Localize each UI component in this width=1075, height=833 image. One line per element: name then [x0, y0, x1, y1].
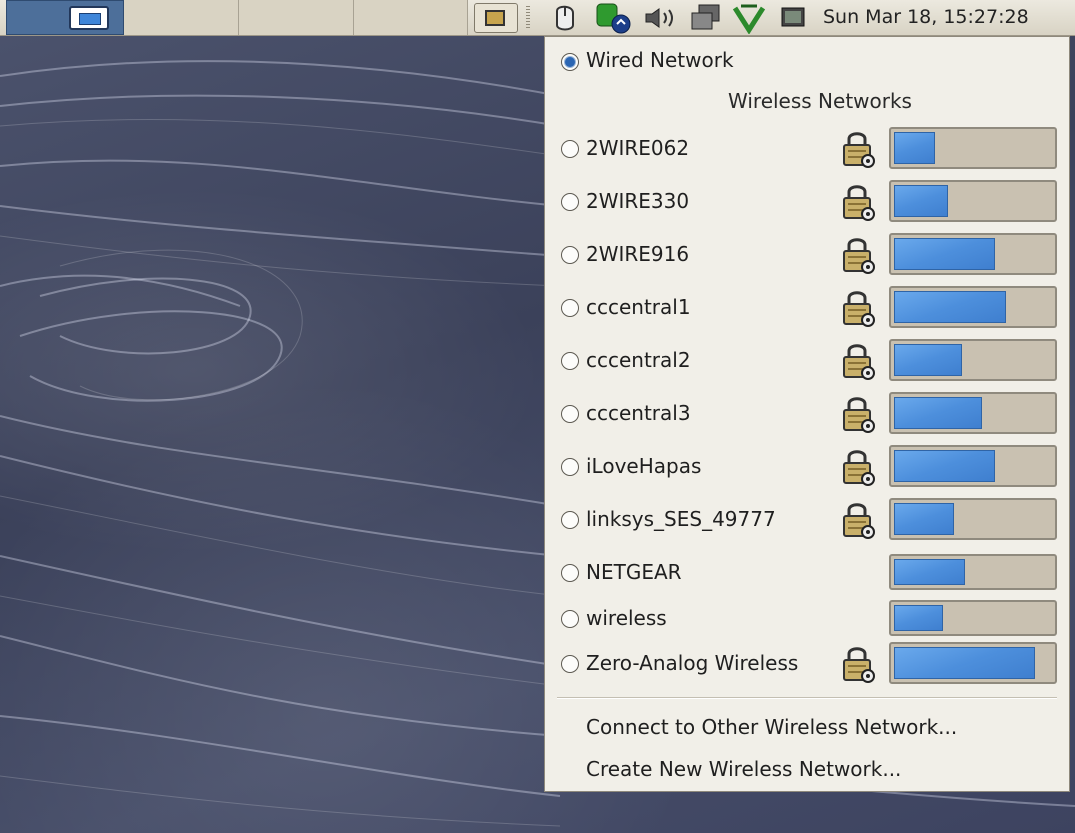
network-name-label: cccentral1 — [586, 295, 691, 319]
signal-strength-bar — [889, 339, 1057, 381]
workspace-1-button[interactable] — [6, 0, 124, 35]
signal-strength-fill — [894, 605, 943, 631]
panel-clock[interactable]: Sun Mar 18, 15:27:28 — [823, 6, 1029, 28]
network-icon[interactable] — [688, 2, 726, 34]
wireless-network-item[interactable]: wireless — [545, 597, 1069, 637]
signal-strength-fill — [894, 559, 965, 585]
update-icon[interactable] — [592, 2, 634, 34]
wireless-network-item[interactable]: cccentral2 — [545, 339, 1069, 381]
lock-icon — [839, 341, 877, 381]
lock-icon — [839, 288, 877, 328]
wireless-network-item[interactable]: 2WIRE062 — [545, 127, 1069, 169]
create-new-label: Create New Wireless Network... — [586, 757, 902, 781]
signal-strength-fill — [894, 647, 1035, 679]
workspace-2-button[interactable] — [124, 0, 239, 35]
signal-strength-bar — [889, 392, 1057, 434]
signal-strength-fill — [894, 450, 995, 482]
connect-other-label: Connect to Other Wireless Network... — [586, 715, 958, 739]
network-radio[interactable] — [561, 140, 579, 158]
network-name-label: Zero-Analog Wireless — [586, 651, 799, 675]
signal-strength-fill — [894, 132, 935, 164]
lock-icon — [839, 644, 877, 684]
signal-strength-bar — [889, 554, 1057, 590]
signal-strength-fill — [894, 344, 962, 376]
network-radio[interactable] — [561, 193, 579, 211]
top-panel: Sun Mar 18, 15:27:28 — [0, 0, 1075, 36]
wireless-networks-header: Wireless Networks — [728, 89, 912, 113]
lock-icon — [839, 235, 877, 275]
wireless-network-item[interactable]: Zero-Analog Wireless — [545, 642, 1069, 684]
show-desktop-button[interactable] — [474, 3, 518, 33]
wireless-network-item[interactable]: NETGEAR — [545, 551, 1069, 591]
network-radio[interactable] — [561, 511, 579, 529]
connect-other-network-item[interactable]: Connect to Other Wireless Network... — [545, 707, 1069, 747]
network-radio[interactable] — [561, 564, 579, 582]
network-radio[interactable] — [561, 458, 579, 476]
network-name-label: cccentral3 — [586, 401, 691, 425]
volume-icon[interactable] — [642, 2, 682, 34]
signal-strength-fill — [894, 238, 995, 270]
lock-icon — [839, 182, 877, 222]
network-name-label: 2WIRE330 — [586, 189, 690, 213]
signal-strength-bar — [889, 445, 1057, 487]
create-new-network-item[interactable]: Create New Wireless Network... — [545, 749, 1069, 789]
signal-strength-fill — [894, 503, 954, 535]
wireless-network-item[interactable]: cccentral3 — [545, 392, 1069, 434]
monitor-icon[interactable] — [778, 2, 808, 34]
signal-strength-bar — [889, 498, 1057, 540]
signal-strength-bar — [889, 180, 1057, 222]
network-name-label: linksys_SES_49777 — [586, 507, 776, 531]
network-name-label: 2WIRE916 — [586, 242, 690, 266]
network-radio[interactable] — [561, 246, 579, 264]
lock-icon — [839, 394, 877, 434]
signal-strength-bar — [889, 286, 1057, 328]
network-name-label: 2WIRE062 — [586, 136, 690, 160]
lock-icon — [839, 500, 877, 540]
network-menu: Wired Network Wireless Networks 2WIRE062… — [544, 36, 1070, 792]
wired-network-label: Wired Network — [586, 48, 734, 72]
signal-strength-bar — [889, 233, 1057, 275]
signal-strength-fill — [894, 291, 1006, 323]
signal-strength-fill — [894, 185, 948, 217]
workspace-4-button[interactable] — [354, 0, 468, 35]
network-radio[interactable] — [561, 405, 579, 423]
wired-network-item[interactable]: Wired Network — [545, 43, 1069, 83]
workspace-3-button[interactable] — [239, 0, 354, 35]
network-radio[interactable] — [561, 655, 579, 673]
signal-strength-bar — [889, 642, 1057, 684]
signal-strength-fill — [894, 397, 982, 429]
network-radio[interactable] — [561, 352, 579, 370]
wireless-network-item[interactable]: linksys_SES_49777 — [545, 498, 1069, 540]
network-name-label: NETGEAR — [586, 560, 682, 584]
wireless-network-item[interactable]: 2WIRE330 — [545, 180, 1069, 222]
wireless-network-item[interactable]: iLoveHapas — [545, 445, 1069, 487]
wireless-network-item[interactable]: cccentral1 — [545, 286, 1069, 328]
menu-separator — [557, 697, 1057, 699]
lock-icon — [839, 129, 877, 169]
wireless-network-item[interactable]: 2WIRE916 — [545, 233, 1069, 275]
network-name-label: iLoveHapas — [586, 454, 702, 478]
lock-icon — [839, 447, 877, 487]
recycle-icon[interactable] — [728, 2, 770, 34]
mouse-icon[interactable] — [548, 2, 582, 34]
panel-handle[interactable] — [526, 6, 530, 30]
window-thumbnail-icon — [69, 6, 109, 30]
network-name-label: wireless — [586, 606, 667, 630]
signal-strength-bar — [889, 127, 1057, 169]
signal-strength-bar — [889, 600, 1057, 636]
network-radio[interactable] — [561, 299, 579, 317]
network-name-label: cccentral2 — [586, 348, 691, 372]
wired-radio[interactable] — [561, 53, 579, 71]
network-radio[interactable] — [561, 610, 579, 628]
